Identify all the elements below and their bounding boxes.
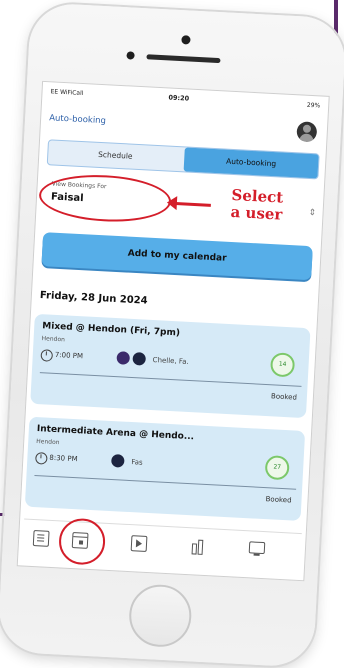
monitor-icon bbox=[248, 541, 266, 555]
calendar-icon bbox=[71, 532, 89, 549]
attendee-avatar bbox=[132, 351, 147, 366]
tab-devices[interactable] bbox=[246, 539, 267, 560]
app-screen: EE WiFiCall 09:20 29% Auto-booking Sched… bbox=[16, 80, 330, 582]
bottom-tab-bar bbox=[22, 517, 302, 571]
tab-auto-booking[interactable]: Auto-booking bbox=[183, 147, 319, 179]
booking-title: Intermediate Arena @ Hendo... bbox=[36, 424, 195, 443]
tab-calendar[interactable] bbox=[70, 530, 91, 551]
booking-status: Booked bbox=[270, 392, 298, 402]
booking-venue: Hendon bbox=[36, 438, 60, 447]
background-rule-vertical bbox=[334, 0, 338, 36]
clock-icon bbox=[40, 349, 54, 362]
attendee-avatar bbox=[111, 454, 125, 468]
document-icon bbox=[32, 530, 50, 547]
earpiece-speaker bbox=[146, 54, 221, 64]
home-button[interactable] bbox=[127, 583, 193, 649]
booking-card[interactable]: Mixed @ Hendon (Fri, 7pm) Hendon 7:00 PM… bbox=[30, 313, 311, 419]
annotation-text: Select a user bbox=[216, 186, 298, 224]
segmented-control: Schedule Auto-booking bbox=[46, 139, 320, 180]
card-divider bbox=[39, 372, 302, 387]
spots-count-badge: 27 bbox=[264, 455, 290, 481]
play-icon bbox=[130, 535, 148, 552]
booking-card[interactable]: Intermediate Arena @ Hendo... Hendon 8:3… bbox=[24, 416, 306, 521]
tab-videos[interactable] bbox=[129, 533, 150, 554]
add-to-calendar-button[interactable]: Add to my calendar bbox=[41, 232, 313, 281]
clock-icon bbox=[35, 452, 48, 465]
booking-status: Booked bbox=[265, 495, 292, 505]
booking-time: 7:00 PM bbox=[54, 350, 84, 361]
battery-label: 29% bbox=[306, 101, 321, 110]
annotation-line-2: a user bbox=[230, 202, 283, 224]
annotation-arrow-icon bbox=[170, 201, 211, 207]
tab-schedule[interactable]: Schedule bbox=[48, 140, 183, 171]
card-divider bbox=[34, 474, 297, 490]
carrier-label: EE WiFiCall bbox=[50, 88, 84, 98]
annotation-circle bbox=[37, 171, 173, 225]
tab-stats[interactable] bbox=[188, 536, 209, 557]
chevron-up-down-icon[interactable]: ⇕ bbox=[308, 208, 316, 218]
booking-venue: Hendon bbox=[41, 335, 66, 344]
stats-icon bbox=[191, 538, 206, 553]
sensor-dot bbox=[126, 51, 135, 60]
booking-time: 8:30 PM bbox=[49, 453, 78, 464]
attendee-names: Fas bbox=[131, 458, 143, 467]
spots-count-badge: 14 bbox=[269, 352, 296, 378]
date-heading: Friday, 28 Jun 2024 bbox=[39, 290, 148, 307]
attendee-avatar bbox=[116, 351, 131, 365]
front-camera bbox=[181, 35, 191, 45]
page-title: Auto-booking bbox=[48, 113, 107, 127]
tab-documents[interactable] bbox=[31, 528, 52, 549]
view-bookings-for-select[interactable]: View Bookings For Faisal bbox=[37, 171, 173, 225]
status-time: 09:20 bbox=[168, 93, 190, 103]
avatar[interactable] bbox=[296, 121, 318, 143]
phone-frame: EE WiFiCall 09:20 29% Auto-booking Sched… bbox=[0, 2, 344, 668]
attendee-names: Chelle, Fa. bbox=[152, 356, 190, 366]
